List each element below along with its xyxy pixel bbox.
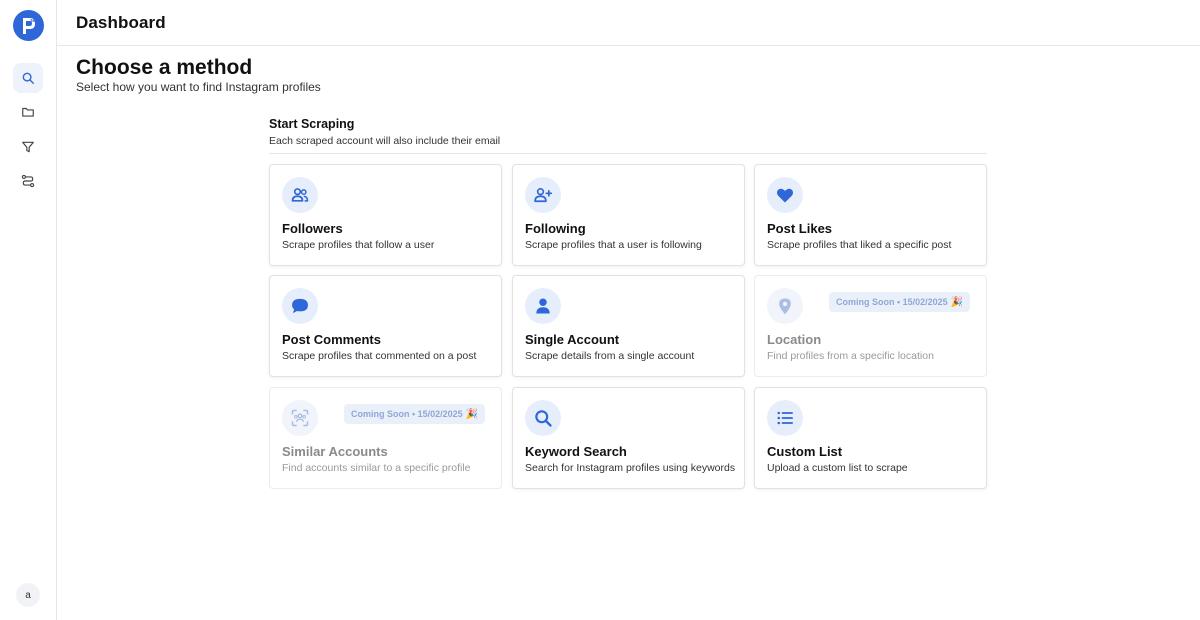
card-description: Scrape profiles that commented on a post (282, 350, 477, 362)
method-card-location: Coming Soon • 15/02/2025 🎉 Location Find… (754, 275, 987, 377)
coming-soon-badge: Coming Soon • 15/02/2025 🎉 (829, 292, 971, 312)
card-description: Find profiles from a specific location (767, 350, 934, 362)
user-avatar[interactable]: a (16, 583, 40, 607)
top-bar: Dashboard (57, 0, 1200, 46)
page-title: Choose a method (76, 56, 253, 79)
comment-icon (292, 298, 308, 314)
route-icon (21, 174, 35, 188)
sidebar-item-filters[interactable] (13, 132, 43, 162)
party-popper-icon: 🎉 (950, 296, 964, 308)
card-icon-wrap (525, 177, 561, 213)
card-title: Similar Accounts (282, 444, 388, 459)
card-description: Find accounts similar to a specific prof… (282, 462, 471, 474)
card-description: Scrape profiles that a user is following (525, 239, 702, 251)
sidebar-item-folders[interactable] (13, 97, 43, 127)
card-title: Location (767, 332, 822, 347)
page-subtitle: Select how you want to find Instagram pr… (76, 80, 321, 94)
badge-text: Coming Soon • 15/02/2025 (351, 409, 463, 419)
search-icon (535, 410, 552, 427)
logo-icon: 360 (23, 18, 38, 34)
folder-icon (22, 107, 34, 117)
card-description: Scrape profiles that follow a user (282, 239, 435, 251)
header-title: Dashboard (76, 13, 166, 32)
card-icon-wrap (282, 177, 318, 213)
list-icon (777, 411, 793, 425)
card-title: Post Likes (767, 221, 833, 236)
sidebar-item-workflows[interactable] (13, 166, 43, 196)
card-title: Single Account (525, 332, 620, 347)
sidebar-item-search[interactable] (13, 63, 43, 93)
party-popper-icon: 🎉 (465, 408, 479, 420)
logo-text: 360 (30, 18, 38, 23)
avatar-initial: a (25, 589, 31, 601)
method-card-custom-list[interactable]: Custom List Upload a custom list to scra… (754, 387, 987, 489)
card-icon-wrap (525, 400, 561, 436)
section-divider (269, 153, 987, 154)
card-description: Upload a custom list to scrape (767, 462, 908, 474)
card-icon-wrap (525, 288, 561, 324)
card-icon-wrap (282, 400, 318, 436)
card-title: Custom List (767, 444, 843, 459)
card-description: Scrape details from a single account (525, 350, 695, 362)
location-pin-icon (779, 298, 791, 315)
users-icon (291, 188, 309, 202)
face-scan-icon (291, 409, 309, 427)
badge-text: Coming Soon • 15/02/2025 (836, 297, 948, 307)
card-title: Keyword Search (525, 444, 627, 459)
card-description: Search for Instagram profiles using keyw… (525, 462, 736, 474)
app-logo[interactable]: 360 (13, 10, 44, 41)
method-card-keyword-search[interactable]: Keyword Search Search for Instagram prof… (512, 387, 745, 489)
method-card-followers[interactable]: Followers Scrape profiles that follow a … (269, 164, 502, 266)
user-plus-icon (534, 187, 553, 203)
user-icon (536, 298, 550, 314)
section-title: Start Scraping (269, 117, 355, 131)
sidebar: 360 a (0, 0, 57, 620)
card-icon-wrap (767, 400, 803, 436)
method-card-post-comments[interactable]: Post Comments Scrape profiles that comme… (269, 275, 502, 377)
card-icon-wrap (767, 288, 803, 324)
card-title: Followers (282, 221, 343, 236)
section-subtitle: Each scraped account will also include t… (269, 135, 501, 147)
method-card-single-account[interactable]: Single Account Scrape details from a sin… (512, 275, 745, 377)
card-icon-wrap (767, 177, 803, 213)
card-description: Scrape profiles that liked a specific po… (767, 239, 952, 251)
heart-icon (776, 188, 794, 203)
method-card-following[interactable]: Following Scrape profiles that a user is… (512, 164, 745, 266)
method-card-similar-accounts: Coming Soon • 15/02/2025 🎉 Similar Accou… (269, 387, 502, 489)
coming-soon-badge: Coming Soon • 15/02/2025 🎉 (344, 404, 486, 424)
search-icon (22, 72, 34, 84)
card-title: Post Comments (282, 332, 381, 347)
card-title: Following (525, 221, 586, 236)
card-icon-wrap (282, 288, 318, 324)
filter-icon (22, 141, 34, 153)
method-card-post-likes[interactable]: Post Likes Scrape profiles that liked a … (754, 164, 987, 266)
